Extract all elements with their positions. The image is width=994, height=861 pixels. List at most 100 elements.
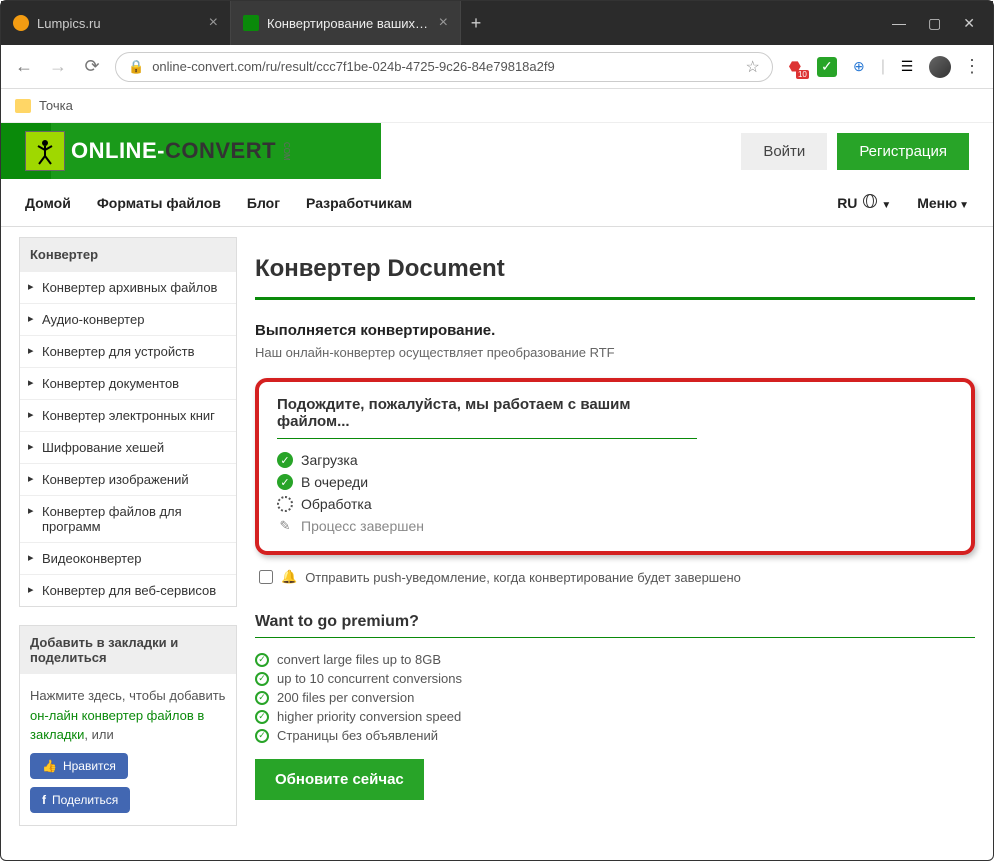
converter-menu: Конвертер Конвертер архивных файловАудио… — [19, 237, 237, 607]
window-controls: — ▢ ✕ — [874, 1, 993, 45]
bookmark-box: Добавить в закладки и поделиться Нажмите… — [19, 625, 237, 826]
sidebar-item[interactable]: Конвертер документов — [20, 367, 236, 399]
push-checkbox[interactable] — [259, 570, 273, 584]
page-title: Конвертер Document — [255, 237, 975, 300]
sidebar: Конвертер Конвертер архивных файловАудио… — [19, 237, 237, 844]
tab-strip: Lumpics.ru × Конвертирование ваших файло… — [1, 1, 874, 45]
logo-icon — [25, 131, 65, 171]
upgrade-button[interactable]: Обновите сейчас — [255, 759, 424, 800]
profile-avatar[interactable] — [929, 56, 951, 78]
reload-button[interactable]: ⟳ — [81, 56, 103, 77]
nav-home[interactable]: Домой — [25, 195, 71, 211]
thumb-icon: 👍 — [42, 759, 57, 773]
push-notification-row: 🔔 Отправить push-уведомление, когда конв… — [255, 569, 975, 585]
address-bar: ← → ⟳ 🔒 online-convert.com/ru/result/ccc… — [1, 45, 993, 89]
close-icon[interactable]: × — [439, 14, 448, 32]
bookmark-body: Нажмите здесь, чтобы добавить он-лайн ко… — [20, 674, 236, 825]
back-button[interactable]: ← — [13, 56, 35, 77]
push-label: Отправить push-уведомление, когда конвер… — [305, 570, 741, 585]
nav-devs[interactable]: Разработчикам — [306, 195, 412, 211]
login-button[interactable]: Войти — [741, 133, 827, 170]
pencil-icon: ✎ — [277, 518, 293, 534]
progress-subtext: Наш онлайн-конвертер осуществляет преобр… — [255, 345, 975, 360]
bookmarks-bar: Точка — [1, 89, 993, 123]
fb-like-button[interactable]: 👍Нравится — [30, 753, 128, 779]
bookmark-link[interactable]: он-лайн конвертер файлов в закладки — [30, 708, 204, 743]
bookmark-title: Добавить в закладки и поделиться — [20, 626, 236, 674]
bookmark-item[interactable]: Точка — [39, 98, 73, 113]
premium-item: ✓Страницы без объявлений — [255, 726, 975, 745]
status-processing: Обработка — [277, 493, 953, 515]
premium-item: ✓convert large files up to 8GB — [255, 650, 975, 669]
register-button[interactable]: Регистрация — [837, 133, 969, 170]
check-circle-icon: ✓ — [255, 672, 269, 686]
forward-button[interactable]: → — [47, 56, 69, 77]
check-circle-icon: ✓ — [255, 691, 269, 705]
top-nav: Домой Форматы файлов Блог Разработчикам … — [1, 179, 993, 227]
browser-titlebar: Lumpics.ru × Конвертирование ваших файло… — [1, 1, 993, 45]
sidebar-item[interactable]: Конвертер электронных книг — [20, 399, 236, 431]
main-content: Конвертер Document Выполняется конвертир… — [255, 237, 975, 844]
check-circle-icon: ✓ — [255, 653, 269, 667]
tab-title: Конвертирование ваших файло — [267, 16, 431, 31]
status-upload: ✓Загрузка — [277, 449, 953, 471]
nav-menu[interactable]: Меню▼ — [917, 195, 969, 211]
browser-tab-active[interactable]: Конвертирование ваших файло × — [231, 1, 461, 45]
new-tab-button[interactable]: + — [461, 1, 491, 45]
sidebar-item[interactable]: Конвертер архивных файлов — [20, 271, 236, 303]
check-circle-icon: ✓ — [255, 729, 269, 743]
spinner-icon — [277, 496, 293, 512]
site-header: ONLINE-CONVERT COM Войти Регистрация — [1, 123, 993, 179]
browser-tab[interactable]: Lumpics.ru × — [1, 1, 231, 45]
nav-formats[interactable]: Форматы файлов — [97, 195, 221, 211]
check-icon: ✓ — [277, 474, 293, 490]
sidebar-item[interactable]: Конвертер файлов для программ — [20, 495, 236, 542]
check-circle-icon: ✓ — [255, 710, 269, 724]
lang-switcher[interactable]: RU ▼ — [837, 194, 891, 211]
url-input[interactable]: 🔒 online-convert.com/ru/result/ccc7f1be-… — [115, 52, 773, 82]
premium-item: ✓up to 10 concurrent conversions — [255, 669, 975, 688]
maximize-icon[interactable]: ▢ — [928, 15, 941, 32]
favicon-icon — [13, 15, 29, 31]
lock-icon: 🔒 — [128, 59, 144, 75]
close-icon[interactable]: × — [209, 14, 218, 32]
check-ext-icon[interactable]: ✓ — [817, 57, 837, 77]
sidebar-item[interactable]: Конвертер изображений — [20, 463, 236, 495]
separator: | — [881, 58, 885, 76]
facebook-icon: f — [42, 793, 46, 807]
globe-ext-icon[interactable]: ⊕ — [849, 57, 869, 77]
sidebar-item[interactable]: Конвертер для веб-сервисов — [20, 574, 236, 606]
url-text: online-convert.com/ru/result/ccc7f1be-02… — [152, 59, 737, 74]
logo-suffix: COM — [282, 142, 291, 161]
minimize-icon[interactable]: — — [892, 15, 906, 31]
sidebar-item[interactable]: Видеоконвертер — [20, 542, 236, 574]
reading-list-icon[interactable]: ☰ — [897, 57, 917, 77]
menu-kebab-icon[interactable]: ⋮ — [963, 56, 981, 77]
sidebar-item[interactable]: Конвертер для устройств — [20, 335, 236, 367]
sidebar-item[interactable]: Шифрование хешей — [20, 431, 236, 463]
status-queue: ✓В очереди — [277, 471, 953, 493]
bell-icon: 🔔 — [281, 569, 297, 585]
shield-ext-icon[interactable]: ⬣10 — [785, 57, 805, 77]
folder-icon — [15, 99, 31, 113]
premium-item: ✓higher priority conversion speed — [255, 707, 975, 726]
check-icon: ✓ — [277, 452, 293, 468]
fb-share-button[interactable]: fПоделиться — [30, 787, 130, 813]
page-content: ONLINE-CONVERT COM Войти Регистрация Дом… — [1, 123, 993, 854]
wait-title: Подождите, пожалуйста, мы работаем с ваш… — [277, 396, 697, 439]
nav-blog[interactable]: Блог — [247, 195, 280, 211]
sidebar-title: Конвертер — [20, 238, 236, 271]
status-box: Подождите, пожалуйста, мы работаем с ваш… — [255, 378, 975, 555]
premium-item: ✓200 files per conversion — [255, 688, 975, 707]
globe-icon — [863, 194, 877, 208]
site-logo[interactable]: ONLINE-CONVERT COM — [25, 131, 291, 171]
progress-heading: Выполняется конвертирование. — [255, 322, 975, 339]
tab-title: Lumpics.ru — [37, 16, 201, 31]
favicon-icon — [243, 15, 259, 31]
close-window-icon[interactable]: ✕ — [963, 15, 975, 32]
premium-title: Want to go premium? — [255, 613, 975, 638]
status-done: ✎Процесс завершен — [277, 515, 953, 537]
bookmark-star-icon[interactable]: ☆ — [746, 57, 760, 77]
sidebar-item[interactable]: Аудио-конвертер — [20, 303, 236, 335]
logo-text: ONLINE-CONVERT — [71, 138, 276, 164]
